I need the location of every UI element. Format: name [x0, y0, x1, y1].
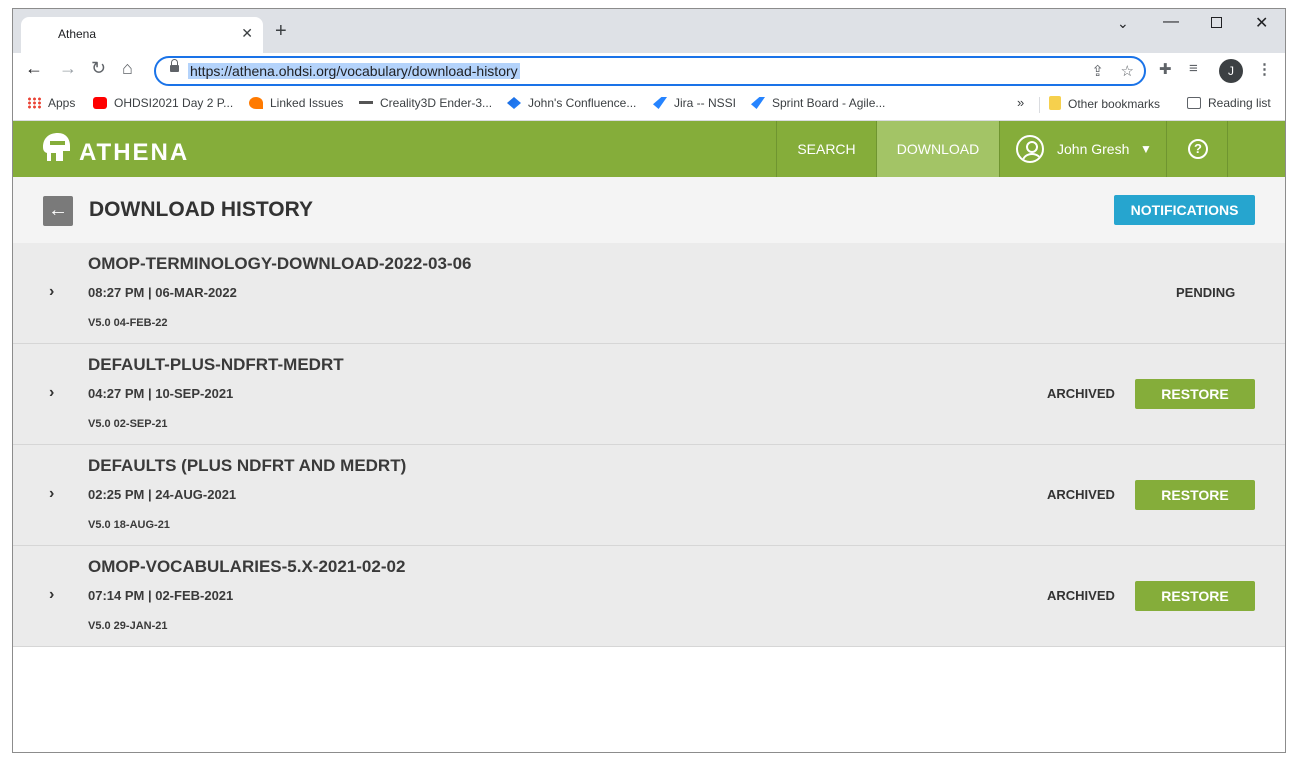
browser-toolbar: ← → ↻ ⌂ https://athena.ohdsi.org/vocabul…: [13, 53, 1285, 89]
restore-button[interactable]: RESTORE: [1135, 379, 1255, 409]
url-text[interactable]: https://athena.ohdsi.org/vocabulary/down…: [188, 63, 520, 79]
reading-list-icon: [1187, 97, 1201, 109]
bookmark-label: Jira -- NSSI: [674, 96, 737, 110]
address-bar[interactable]: https://athena.ohdsi.org/vocabulary/down…: [154, 56, 1146, 86]
creality-icon: [359, 101, 373, 104]
jira-icon: [751, 97, 765, 109]
restore-button[interactable]: RESTORE: [1135, 581, 1255, 611]
back-arrow-icon[interactable]: ←: [25, 58, 43, 79]
download-row[interactable]: › DEFAULTS (PLUS NDFRT AND MEDRT) 02:25 …: [13, 445, 1285, 546]
download-history-list: › OMOP-TERMINOLOGY-DOWNLOAD-2022-03-06 0…: [13, 243, 1285, 647]
download-version: V5.0 02-SEP-21: [88, 418, 168, 430]
linked-issues-icon: [249, 97, 263, 109]
user-menu[interactable]: John Gresh ▼: [999, 121, 1166, 177]
athena-helmet-icon[interactable]: [39, 131, 73, 165]
bookmark-label: John's Confluence...: [528, 96, 637, 110]
bookmark-jira-nssi[interactable]: Jira -- NSSI: [653, 96, 736, 110]
forward-arrow-icon[interactable]: →: [59, 58, 77, 79]
bookmark-apps[interactable]: Apps: [27, 96, 75, 110]
user-name: John Gresh: [1057, 141, 1130, 157]
bookmark-ohdsi2021[interactable]: OHDSI2021 Day 2 P...: [93, 96, 233, 110]
status-label: ARCHIVED: [1047, 487, 1115, 502]
download-name: OMOP-VOCABULARIES-5.X-2021-02-02: [88, 557, 406, 576]
bookmark-star-icon[interactable]: ☆: [1121, 62, 1134, 80]
profile-avatar[interactable]: J: [1219, 59, 1243, 83]
athena-app: ATHENA SEARCH DOWNLOAD John Gresh ▼ ? ← …: [13, 121, 1285, 752]
arrow-left-icon: ←: [48, 199, 68, 221]
maximize-icon[interactable]: [1211, 17, 1222, 28]
bookmark-label: Sprint Board - Agile...: [772, 96, 886, 110]
share-icon[interactable]: ⇪: [1091, 62, 1104, 80]
notifications-button[interactable]: NOTIFICATIONS: [1114, 195, 1255, 225]
reload-icon[interactable]: ↻: [91, 58, 106, 79]
download-name: OMOP-TERMINOLOGY-DOWNLOAD-2022-03-06: [88, 254, 472, 273]
download-row[interactable]: › DEFAULT-PLUS-NDFRT-MEDRT 04:27 PM | 10…: [13, 344, 1285, 445]
tab-athena[interactable]: Athena ✕: [21, 17, 263, 53]
user-avatar-icon: [1016, 135, 1044, 163]
tab-search-icon[interactable]: ⌄: [1117, 15, 1129, 32]
nav-download[interactable]: DOWNLOAD: [876, 121, 999, 177]
status-label: ARCHIVED: [1047, 588, 1115, 603]
help-icon: ?: [1188, 139, 1208, 159]
restore-button[interactable]: RESTORE: [1135, 480, 1255, 510]
jira-icon: [653, 97, 667, 109]
bookmark-label: OHDSI2021 Day 2 P...: [114, 96, 234, 110]
download-version: V5.0 18-AUG-21: [88, 519, 170, 531]
status-label: ARCHIVED: [1047, 386, 1115, 401]
download-date: 02:25 PM | 24-AUG-2021: [88, 487, 237, 502]
download-name: DEFAULT-PLUS-NDFRT-MEDRT: [88, 355, 344, 374]
bookmarks-divider: [1039, 97, 1040, 113]
chevron-right-icon[interactable]: ›: [49, 283, 54, 301]
download-version: V5.0 29-JAN-21: [88, 620, 168, 632]
youtube-icon: [93, 97, 107, 109]
bookmark-other[interactable]: Other bookmarks: [1049, 96, 1160, 111]
page-subheader: ← DOWNLOAD HISTORY NOTIFICATIONS: [13, 177, 1285, 243]
chevron-right-icon[interactable]: ›: [49, 586, 54, 604]
bookmark-label: Apps: [48, 96, 76, 110]
confluence-icon: [507, 97, 521, 109]
app-header: ATHENA SEARCH DOWNLOAD John Gresh ▼ ?: [13, 121, 1285, 177]
close-tab-icon[interactable]: ✕: [241, 25, 253, 42]
caret-down-icon: ▼: [1140, 142, 1152, 156]
close-window-icon[interactable]: ✕: [1255, 13, 1268, 33]
download-date: 07:14 PM | 02-FEB-2021: [88, 588, 234, 603]
status-label: PENDING: [1176, 285, 1236, 300]
chevron-right-icon[interactable]: ›: [49, 485, 54, 503]
media-control-icon[interactable]: ≡: [1189, 60, 1198, 77]
bookmark-label: Linked Issues: [270, 96, 344, 110]
more-bookmarks-icon[interactable]: »: [1017, 95, 1024, 110]
page-title: DOWNLOAD HISTORY: [89, 198, 313, 221]
bookmark-linked-issues[interactable]: Linked Issues: [249, 96, 343, 110]
athena-logo-text[interactable]: ATHENA: [79, 139, 189, 167]
minimize-icon[interactable]: —: [1163, 13, 1179, 31]
download-name: DEFAULTS (PLUS NDFRT AND MEDRT): [88, 456, 407, 475]
reading-list-label: Reading list: [1208, 96, 1271, 110]
extensions-icon[interactable]: ✚: [1159, 60, 1172, 78]
bookmarks-bar: Apps OHDSI2021 Day 2 P... Linked Issues …: [13, 89, 1285, 121]
download-date: 04:27 PM | 10-SEP-2021: [88, 386, 234, 401]
tab-title: Athena: [58, 27, 97, 41]
download-row[interactable]: › OMOP-VOCABULARIES-5.X-2021-02-02 07:14…: [13, 546, 1285, 647]
apps-grid-icon: [27, 97, 41, 109]
browser-window: Athena ✕ + ⌄ — ✕ ← → ↻ ⌂ https://athena.…: [12, 8, 1286, 753]
tab-strip: Athena ✕ + ⌄ — ✕: [13, 9, 1285, 53]
new-tab-icon[interactable]: +: [275, 21, 287, 41]
nav-search[interactable]: SEARCH: [776, 121, 876, 177]
help-button[interactable]: ?: [1166, 121, 1228, 177]
lock-icon[interactable]: [170, 59, 179, 73]
download-row[interactable]: › OMOP-TERMINOLOGY-DOWNLOAD-2022-03-06 0…: [13, 243, 1285, 344]
bookmark-creality[interactable]: Creality3D Ender-3...: [359, 96, 492, 110]
kebab-menu-icon[interactable]: ⋮: [1257, 60, 1272, 78]
back-button[interactable]: ←: [43, 196, 73, 226]
bookmark-confluence[interactable]: John's Confluence...: [507, 96, 636, 110]
download-date: 08:27 PM | 06-MAR-2022: [88, 285, 237, 300]
download-version: V5.0 04-FEB-22: [88, 317, 168, 329]
bookmark-sprint-board[interactable]: Sprint Board - Agile...: [751, 96, 885, 110]
bookmark-label: Other bookmarks: [1068, 97, 1161, 111]
reading-list[interactable]: Reading list: [1187, 96, 1271, 110]
bookmark-label: Creality3D Ender-3...: [380, 96, 493, 110]
chevron-right-icon[interactable]: ›: [49, 384, 54, 402]
home-icon[interactable]: ⌂: [122, 58, 133, 79]
folder-icon: [1049, 96, 1061, 110]
